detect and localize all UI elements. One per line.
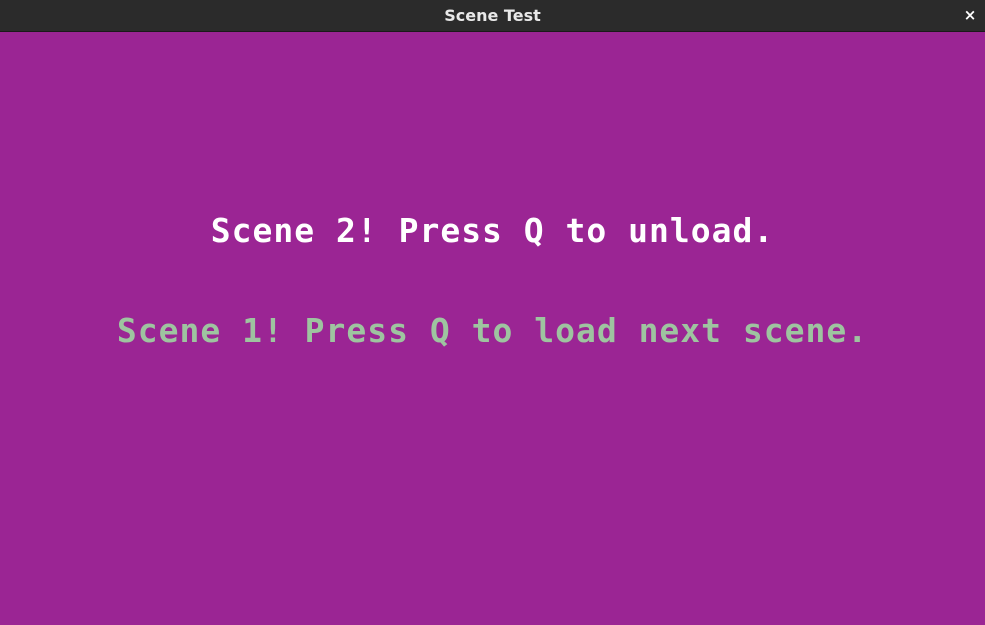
- game-viewport[interactable]: Scene 2! Press Q to unload. Scene 1! Pre…: [0, 33, 985, 625]
- window-title: Scene Test: [444, 6, 541, 25]
- scene-2-message: Scene 2! Press Q to unload.: [210, 211, 775, 250]
- title-bar: Scene Test ×: [0, 0, 985, 32]
- close-icon[interactable]: ×: [959, 4, 981, 26]
- scene-1-message: Scene 1! Press Q to load next scene.: [116, 311, 869, 350]
- game-window: Scene Test × Scene 2! Press Q to unload.…: [0, 0, 985, 625]
